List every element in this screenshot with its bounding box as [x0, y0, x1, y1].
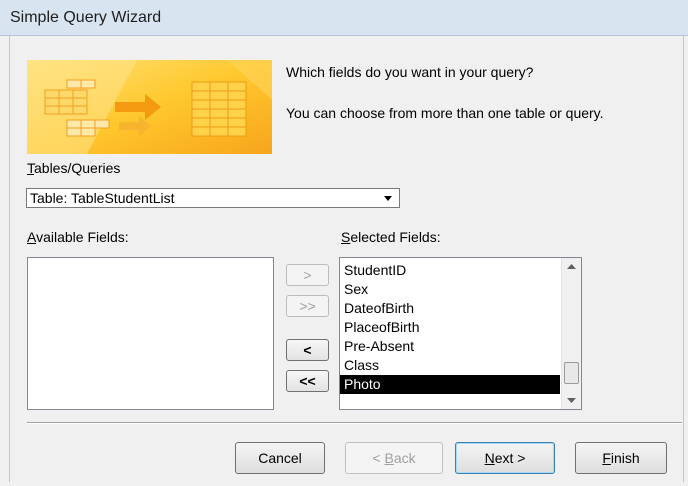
tables-queries-selected-value: Table: TableStudentList [30, 190, 175, 206]
footer-divider [27, 422, 682, 424]
selected-field-item[interactable]: Pre-Absent [340, 337, 560, 356]
available-fields-label: Available Fields: [27, 229, 129, 245]
finish-button[interactable]: Finish [575, 442, 667, 474]
back-button[interactable]: < Back [345, 442, 443, 474]
available-fields-label-text: vailable Fields: [36, 229, 129, 245]
simple-query-wizard-window: Simple Query Wizard Which fields do you … [0, 0, 688, 486]
add-all-fields-button[interactable]: >> [286, 295, 329, 317]
selected-field-item[interactable]: DateofBirth [340, 299, 560, 318]
next-button[interactable]: Next > [455, 442, 555, 474]
cancel-button[interactable]: Cancel [235, 442, 325, 474]
tables-queries-hotkey: T [27, 160, 34, 176]
tables-queries-label: Tables/Queries [27, 160, 120, 176]
finish-hotkey: F [602, 450, 611, 466]
scroll-down-icon[interactable] [562, 391, 581, 409]
selected-fields-hotkey: S [341, 229, 351, 245]
wizard-banner-illustration [27, 60, 272, 154]
window-title: Simple Query Wizard [10, 9, 162, 26]
selected-field-item[interactable]: Sex [340, 280, 560, 299]
next-label: ext > [494, 450, 526, 466]
selected-fields-scrollbar[interactable] [561, 258, 581, 409]
selected-fields-label-text: elected Fields: [350, 229, 441, 245]
remove-field-button[interactable]: < [286, 339, 329, 361]
remove-all-fields-button[interactable]: << [286, 370, 329, 392]
selected-field-item-highlighted[interactable]: Photo [340, 375, 560, 394]
finish-label: inish [610, 450, 640, 466]
back-prefix: < [372, 450, 385, 466]
available-fields-hotkey: A [27, 229, 37, 245]
tables-queries-dropdown[interactable]: Table: TableStudentList [26, 188, 400, 208]
tables-queries-label-text: ables/Queries [34, 160, 121, 176]
scroll-up-icon[interactable] [562, 258, 581, 276]
selected-fields-label: Selected Fields: [341, 229, 441, 245]
title-bar[interactable]: Simple Query Wizard [0, 0, 688, 36]
available-fields-list[interactable] [27, 257, 274, 410]
selected-field-item[interactable]: Class [340, 356, 560, 375]
wizard-prompt: Which fields do you want in your query? [286, 64, 534, 80]
selected-field-item[interactable]: PlaceofBirth [340, 318, 560, 337]
scrollbar-thumb[interactable] [564, 362, 579, 384]
back-label: ack [393, 450, 416, 466]
back-hotkey: B [384, 450, 394, 466]
wizard-subprompt: You can choose from more than one table … [286, 105, 604, 121]
next-hotkey: N [484, 450, 495, 466]
selected-fields-list[interactable]: StudentID Sex DateofBirth PlaceofBirth P… [339, 257, 582, 410]
add-field-button[interactable]: > [286, 264, 329, 286]
chevron-down-icon[interactable] [381, 191, 395, 205]
selected-field-item[interactable]: StudentID [340, 261, 560, 280]
